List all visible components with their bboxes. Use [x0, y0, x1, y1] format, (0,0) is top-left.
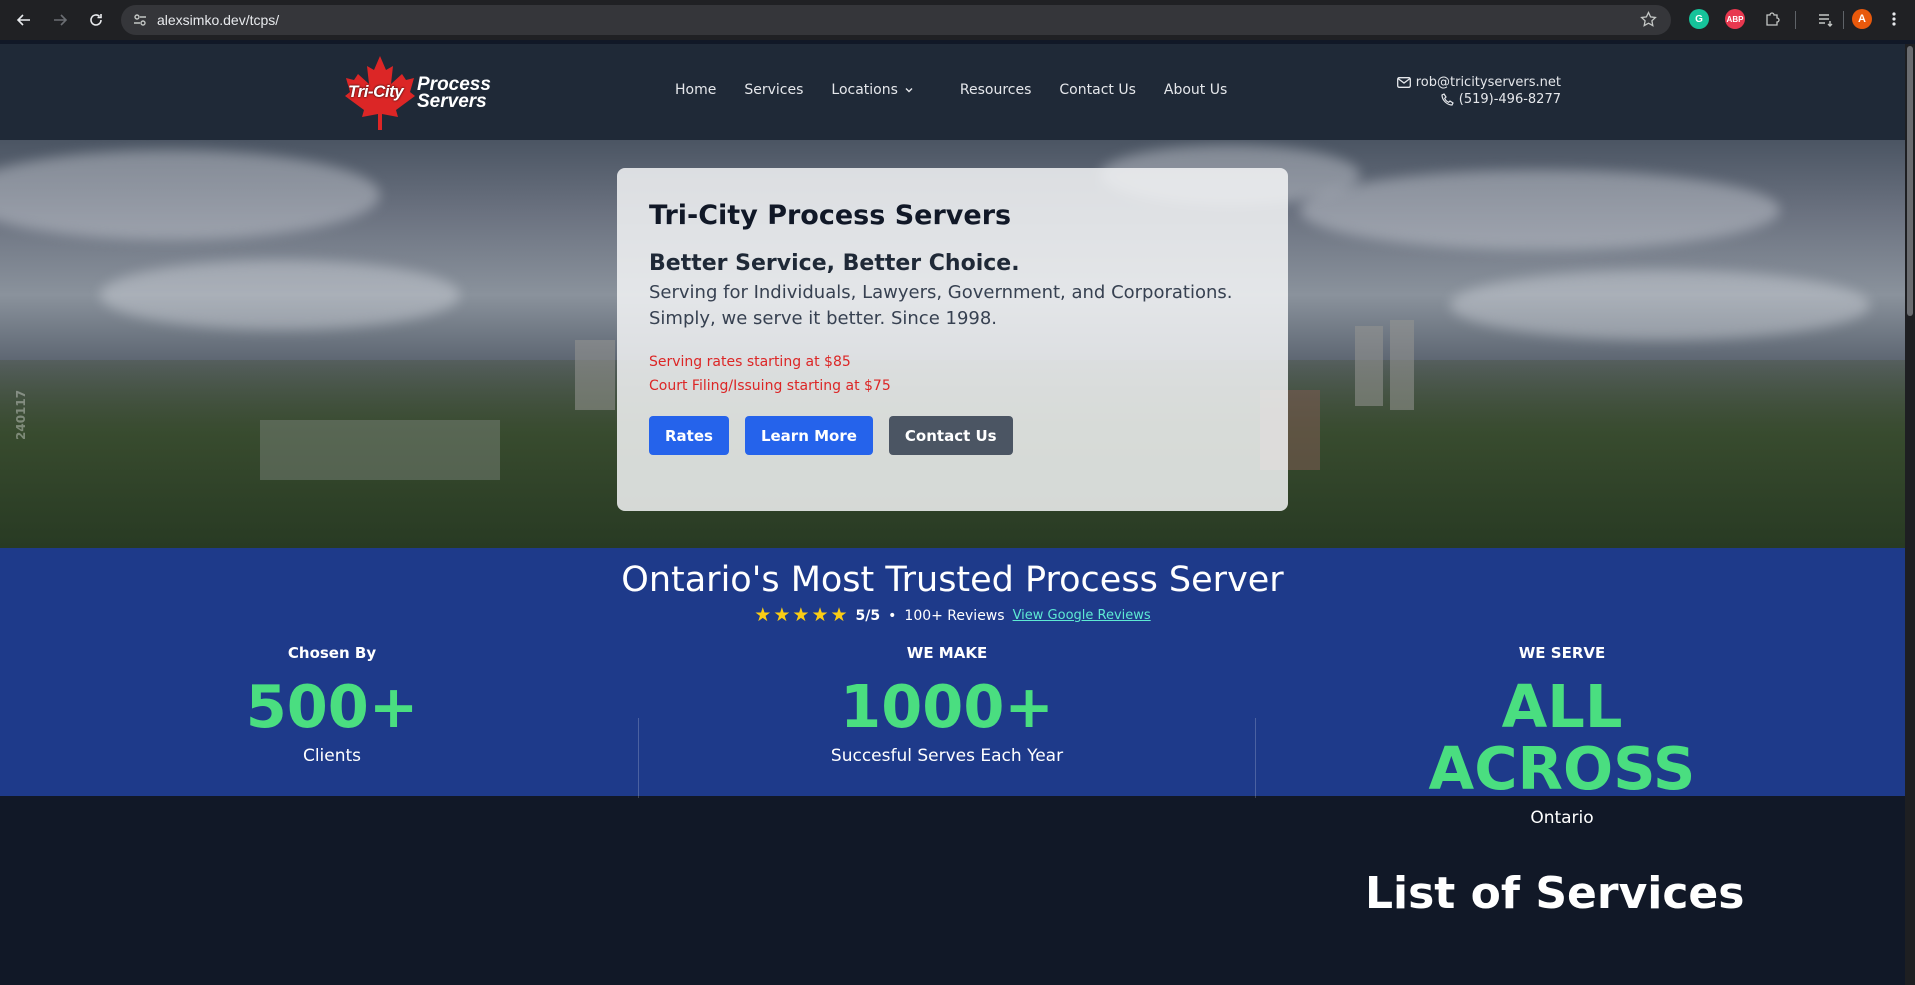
contact-us-button[interactable]: Contact Us	[888, 416, 1013, 455]
stat-caption: Clients	[302, 746, 362, 766]
email-text[interactable]: rob@tricityservers.net	[1416, 74, 1561, 91]
grammarly-icon[interactable]: G	[1689, 9, 1709, 29]
filing-rate: Court Filing/Issuing starting at $75	[649, 378, 891, 394]
trust-section: Ontario's Most Trusted Process Server ★ …	[0, 548, 1905, 828]
hero-section: 240117 Tri-City Process Servers Better S…	[0, 140, 1905, 548]
hero-cloud	[1300, 170, 1780, 250]
hero-title: Tri-City Process Servers	[649, 200, 1012, 231]
services-heading: List of Services	[1365, 868, 1745, 919]
building	[1355, 326, 1383, 406]
reading-list-icon[interactable]	[1815, 9, 1835, 29]
site-header: Tri-City Process Servers Home Services L…	[0, 44, 1905, 140]
nav-about[interactable]: About Us	[1154, 74, 1237, 106]
rates-button[interactable]: Rates	[649, 416, 729, 455]
hero-card: Tri-City Process Servers Better Service,…	[617, 168, 1288, 511]
google-reviews-link[interactable]: View Google Reviews	[1013, 608, 1151, 623]
phone-row[interactable]: (519)-496-8277	[1397, 91, 1561, 108]
stat-caption: Succesful Serves Each Year	[830, 746, 1064, 766]
phone-icon	[1441, 93, 1454, 106]
web-page: Tri-City Process Servers Home Services L…	[0, 44, 1905, 985]
nav-contact[interactable]: Contact Us	[1049, 74, 1145, 106]
nav-locations-label: Locations	[831, 82, 898, 98]
review-count: 100+ Reviews	[904, 607, 1005, 624]
learn-more-button[interactable]: Learn More	[744, 416, 873, 455]
hero-cloud	[100, 260, 460, 330]
header-contact: rob@tricityservers.net (519)-496-8277	[1396, 74, 1561, 108]
forward-icon[interactable]	[44, 4, 76, 36]
page-scrollbar[interactable]	[1905, 44, 1915, 985]
star-rating: ★ ★ ★ ★ ★	[754, 606, 847, 625]
building	[575, 340, 615, 410]
hero-subtitle-line1: Serving for Individuals, Lawyers, Govern…	[649, 282, 1233, 303]
stat-number: 500+	[245, 672, 419, 741]
address-bar[interactable]: alexsimko.dev/tcps/	[121, 5, 1671, 35]
building	[260, 420, 500, 480]
chevron-down-icon	[905, 88, 913, 93]
stat-clients: Chosen By 500+ Clients	[182, 644, 482, 766]
nav-home[interactable]: Home	[665, 74, 726, 106]
hero-tagline: Better Service, Better Choice.	[649, 251, 1020, 276]
scrollbar-thumb[interactable]	[1907, 46, 1913, 316]
nav-locations[interactable]: Locations	[821, 74, 924, 106]
site-info-icon[interactable]	[125, 12, 155, 28]
trust-heading: Ontario's Most Trusted Process Server	[621, 560, 1284, 600]
nav-resources[interactable]: Resources	[950, 74, 1042, 106]
hero-cloud	[0, 150, 380, 240]
back-icon[interactable]	[8, 4, 40, 36]
star-icon: ★	[792, 604, 810, 626]
stat-divider	[638, 718, 639, 798]
rating-score: 5/5	[855, 607, 881, 624]
logo-text-tricity: Tri-City	[348, 82, 404, 101]
nav-services[interactable]: Services	[734, 74, 813, 106]
image-watermark: 240117	[14, 389, 28, 440]
phone-text[interactable]: (519)-496-8277	[1459, 91, 1561, 108]
envelope-icon	[1396, 77, 1411, 88]
rating-dot: •	[888, 607, 897, 624]
rating-row: ★ ★ ★ ★ ★ 5/5 • 100+ Reviews View Google…	[0, 606, 1905, 625]
serving-rate: Serving rates starting at $85	[649, 354, 851, 370]
star-icon: ★	[811, 604, 829, 626]
browser-toolbar: alexsimko.dev/tcps/ G ABP A	[0, 0, 1915, 40]
main-nav: Home Services Locations Resources Contac…	[665, 74, 1237, 106]
hero-buttons: Rates Learn More Contact Us	[649, 416, 1256, 455]
logo-text-servers: Servers	[417, 91, 487, 112]
star-icon: ★	[773, 604, 791, 626]
toolbar-divider	[1795, 11, 1796, 29]
star-icon: ★	[754, 604, 772, 626]
stat-divider	[1255, 718, 1256, 798]
toolbar-divider	[1843, 11, 1844, 29]
stat-caption: Ontario	[1530, 808, 1594, 828]
stat-label: WE MAKE	[906, 644, 988, 662]
reload-icon[interactable]	[80, 4, 112, 36]
stat-number: ALL ACROSS	[1428, 672, 1696, 803]
stat-coverage: WE SERVE ALL ACROSS Ontario	[1362, 644, 1762, 828]
stat-number: 1000+	[840, 672, 1054, 741]
profile-avatar[interactable]: A	[1852, 9, 1872, 29]
logo-text-process-servers: Process Servers	[417, 75, 491, 112]
menu-kebab-icon[interactable]	[1884, 9, 1904, 29]
site-logo[interactable]: Tri-City Process Servers	[344, 54, 494, 130]
email-row[interactable]: rob@tricityservers.net	[1396, 74, 1561, 91]
adblock-icon[interactable]: ABP	[1725, 9, 1745, 29]
star-icon: ★	[830, 604, 848, 626]
stat-serves: WE MAKE 1000+ Succesful Serves Each Year	[797, 644, 1097, 766]
puzzle-icon[interactable]	[1762, 9, 1782, 29]
bookmark-star-icon[interactable]	[1640, 10, 1657, 32]
stat-label: Chosen By	[287, 644, 377, 662]
hero-subtitle: Serving for Individuals, Lawyers, Govern…	[649, 280, 1256, 332]
stat-label: WE SERVE	[1518, 644, 1606, 662]
url-text[interactable]: alexsimko.dev/tcps/	[157, 12, 279, 28]
hero-cloud	[1450, 270, 1870, 340]
building	[1390, 320, 1414, 410]
hero-subtitle-line2: Simply, we serve it better. Since 1998.	[649, 308, 998, 329]
